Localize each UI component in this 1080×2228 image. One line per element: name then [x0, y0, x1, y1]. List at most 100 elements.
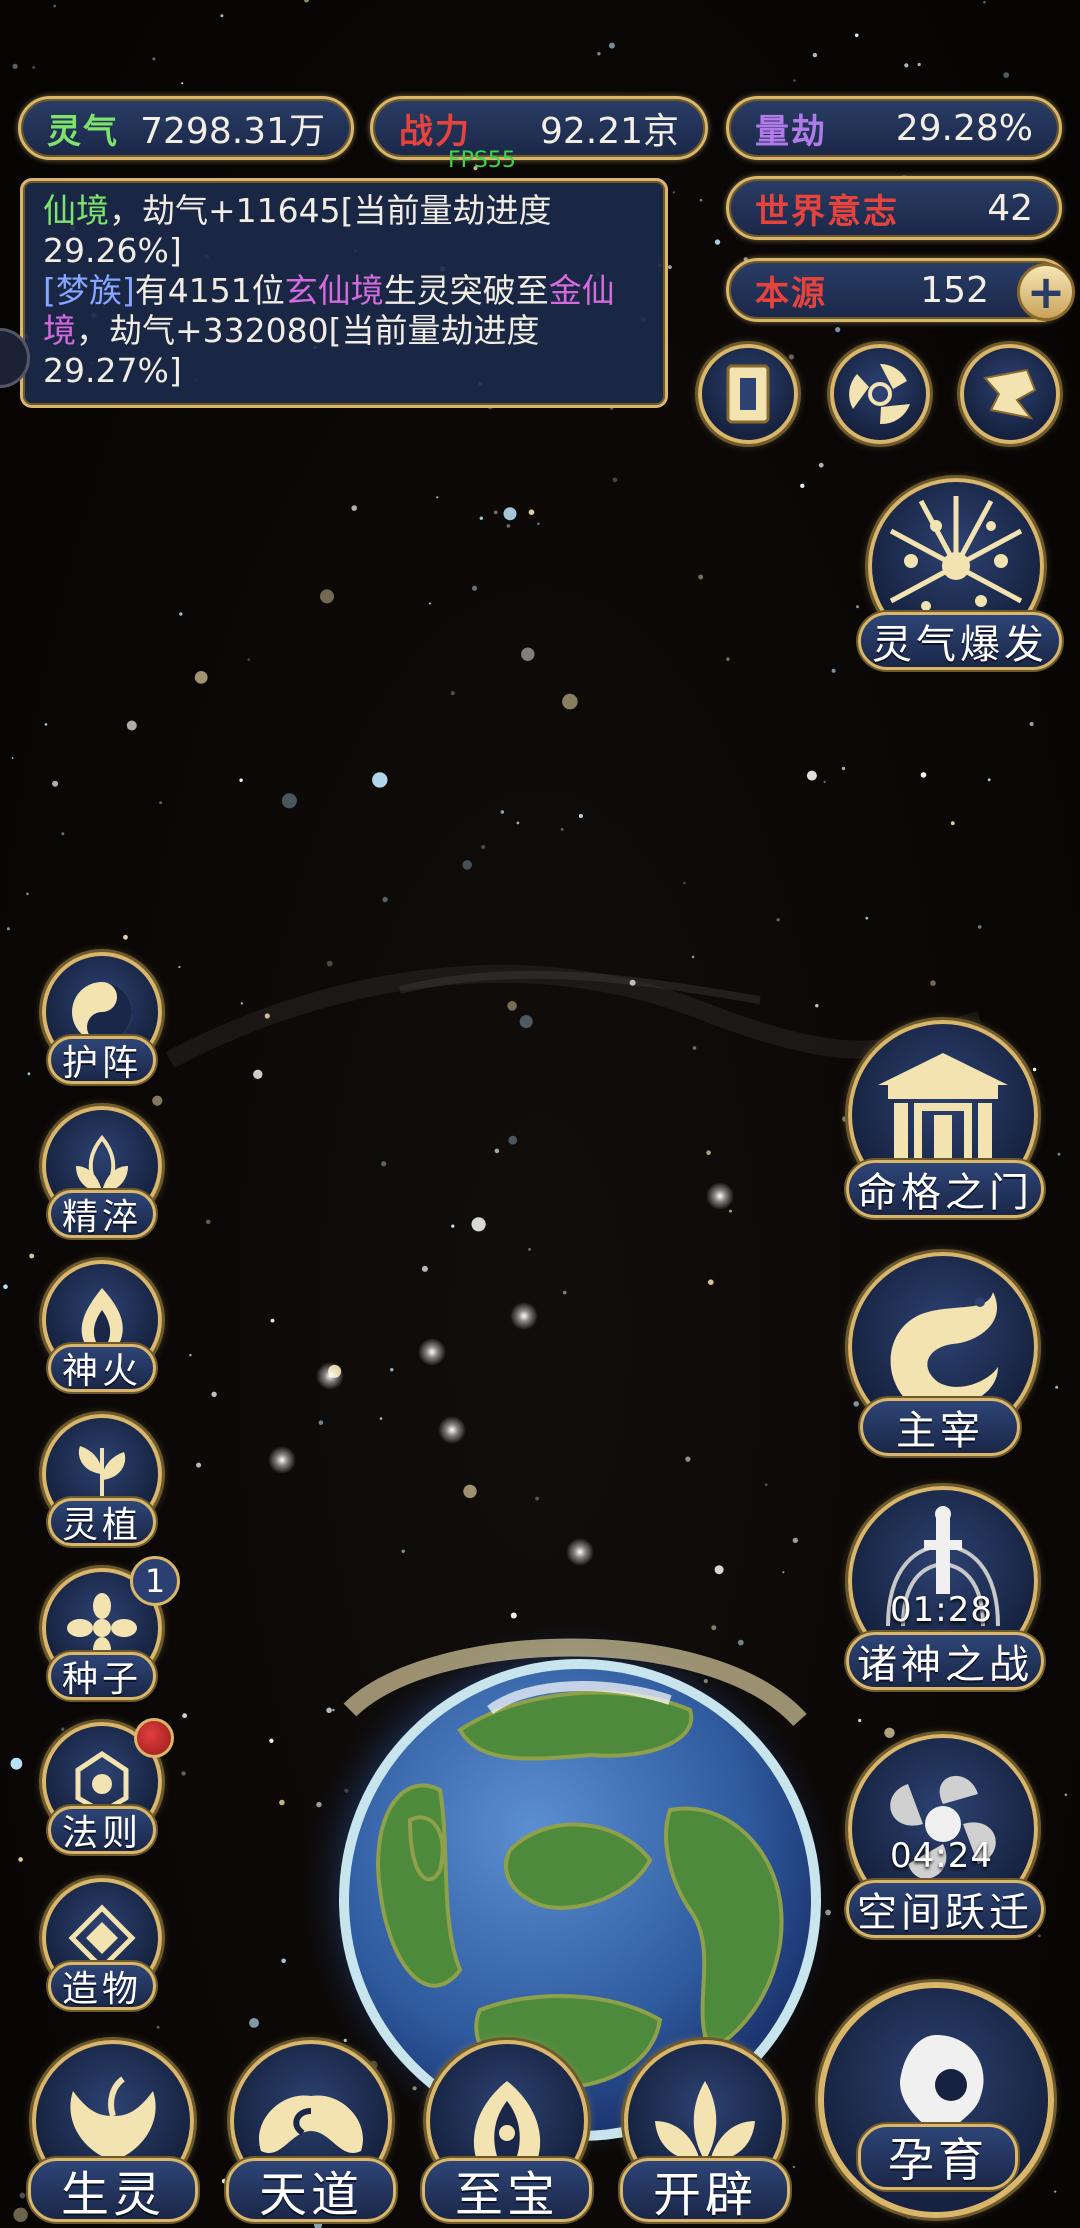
benyuan-label: 本源	[755, 273, 827, 314]
star	[152, 1095, 163, 1106]
star	[776, 918, 780, 922]
lingqi-label: 灵气	[47, 111, 119, 152]
bottom-button-label[interactable]: 至宝	[422, 2158, 592, 2223]
star	[61, 1727, 65, 1731]
star	[1029, 722, 1034, 726]
planet[interactable]	[290, 1590, 850, 2150]
bottom-button-label[interactable]: 天道	[226, 2158, 396, 2223]
world-will-label: 世界意志	[755, 191, 899, 232]
star	[506, 524, 511, 528]
star	[560, 827, 564, 831]
star	[685, 1456, 691, 1462]
star	[372, 772, 388, 788]
star	[318, 1420, 324, 1425]
star	[481, 845, 486, 849]
star	[1055, 1385, 1059, 1389]
star	[281, 793, 297, 809]
star	[13, 2207, 28, 2222]
star	[182, 1713, 188, 1719]
star	[597, 52, 601, 56]
star	[672, 191, 676, 194]
star	[562, 693, 578, 710]
star	[792, 2165, 796, 2169]
flag-icon[interactable]	[960, 344, 1060, 444]
bottom-button-label[interactable]: 开辟	[620, 2158, 790, 2223]
star	[253, 1069, 263, 1080]
star	[904, 63, 909, 68]
star	[211, 1391, 217, 1398]
left-button-label[interactable]: 造物	[48, 1962, 156, 2010]
star	[683, 881, 686, 885]
star	[842, 1116, 848, 1122]
star	[698, 574, 704, 580]
left-button-label[interactable]: 法则	[48, 1806, 156, 1854]
star	[194, 671, 208, 684]
left-button-label[interactable]: 护阵	[48, 1036, 156, 1084]
bottom-button-label[interactable]: 生灵	[28, 2158, 198, 2223]
star	[61, 832, 65, 836]
lord-label[interactable]: 主宰	[860, 1398, 1020, 1456]
star	[1064, 1793, 1068, 1796]
notification-badge: 1	[130, 1556, 180, 1606]
star	[189, 1354, 192, 1357]
star	[494, 1148, 500, 1154]
star	[493, 510, 498, 515]
liangjie-stat[interactable]: 量劫 29.28%	[726, 96, 1062, 160]
star	[930, 980, 936, 986]
star	[818, 462, 824, 468]
world-will-stat[interactable]: 世界意志 42	[726, 176, 1062, 240]
star	[987, 778, 991, 782]
add-benyuan-button[interactable]: +	[1017, 263, 1075, 321]
gate-label[interactable]: 命格之门	[846, 1160, 1044, 1218]
log-realm: 仙境	[43, 191, 109, 230]
breed-label[interactable]: 孕育	[858, 2124, 1018, 2190]
bright-star	[566, 1538, 594, 1566]
star	[516, 821, 520, 825]
star	[691, 955, 695, 959]
left-button-label[interactable]: 神火	[48, 1344, 156, 1392]
bright-star	[438, 1416, 466, 1444]
star	[249, 2018, 259, 2028]
star	[714, 1565, 724, 1575]
liangjie-label: 量劫	[755, 111, 827, 152]
star	[788, 354, 795, 360]
star	[279, 1799, 285, 1806]
star	[831, 668, 836, 673]
star	[27, 1072, 31, 1076]
star	[528, 1247, 532, 1251]
star	[320, 589, 334, 604]
bright-star	[706, 1182, 734, 1210]
star	[29, 1253, 35, 1259]
swirl-icon[interactable]	[830, 344, 930, 444]
log-text-c: ，劫气+332080[当前量劫进度29.27%]	[43, 311, 540, 390]
star	[421, 1265, 428, 1272]
burst-label[interactable]: 灵气爆发	[858, 612, 1062, 670]
card-icon[interactable]	[698, 344, 798, 444]
star	[240, 1002, 243, 1005]
star	[815, 1004, 819, 1008]
star	[239, 778, 243, 782]
star	[196, 1462, 202, 1468]
zhanli-stat[interactable]: 战力 92.21京	[370, 96, 708, 160]
star	[917, 62, 921, 67]
liangjie-value: 29.28%	[895, 107, 1033, 149]
star	[462, 860, 473, 870]
benyuan-stat[interactable]: 本源 152 +	[726, 258, 1075, 322]
left-button-label[interactable]: 灵植	[48, 1498, 156, 1546]
star	[11, 757, 14, 759]
star	[578, 814, 583, 818]
star	[764, 1483, 768, 1487]
star	[381, 1161, 387, 1167]
star	[977, 925, 982, 929]
leap-label[interactable]: 空间跃迁	[846, 1880, 1044, 1938]
star	[1032, 1067, 1037, 1072]
lingqi-stat[interactable]: 灵气 7298.31万	[18, 96, 354, 160]
war-label[interactable]: 诸神之战	[846, 1632, 1044, 1690]
star	[835, 327, 841, 333]
star	[18, 1857, 23, 1862]
star	[382, 896, 388, 903]
left-button-label[interactable]: 种子	[48, 1652, 156, 1700]
star	[503, 507, 517, 521]
log-text-b: 生灵突破至	[383, 271, 549, 310]
left-button-label[interactable]: 精淬	[48, 1190, 156, 1238]
